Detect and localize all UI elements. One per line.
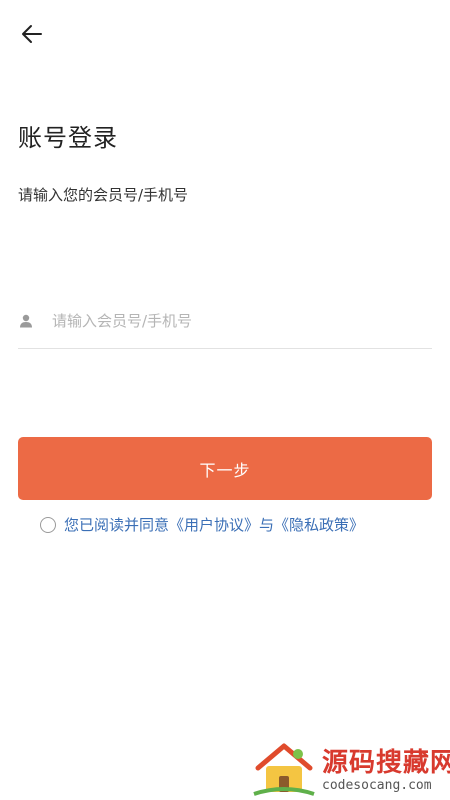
account-input-row — [18, 300, 432, 349]
page-subtitle: 请输入您的会员号/手机号 — [18, 186, 189, 204]
watermark-title: 源码搜藏网 — [322, 748, 450, 778]
account-input[interactable] — [50, 311, 432, 331]
privacy-policy-link[interactable]: 《隐私政策》 — [274, 514, 364, 535]
agreement-radio[interactable] — [40, 516, 56, 533]
house-logo-icon — [253, 743, 315, 796]
page-title: 账号登录 — [18, 124, 118, 152]
user-agreement-link[interactable]: 《用户协议》 — [169, 514, 259, 535]
back-button[interactable] — [14, 16, 50, 52]
login-page: 账号登录 请输入您的会员号/手机号 下一步 您已阅读并同意 《用户协议》 与 《… — [0, 0, 450, 800]
next-button[interactable]: 下一步 — [18, 437, 432, 500]
user-icon — [18, 313, 34, 329]
watermark: 源码搜藏网 codesocang.com — [252, 738, 450, 800]
arrow-left-icon — [22, 25, 42, 43]
agreement-row: 您已阅读并同意 《用户协议》 与 《隐私政策》 — [40, 514, 364, 535]
watermark-url: codesocang.com — [322, 778, 432, 793]
agreement-joiner: 与 — [259, 516, 275, 534]
agreement-prefix: 您已阅读并同意 — [64, 516, 170, 534]
